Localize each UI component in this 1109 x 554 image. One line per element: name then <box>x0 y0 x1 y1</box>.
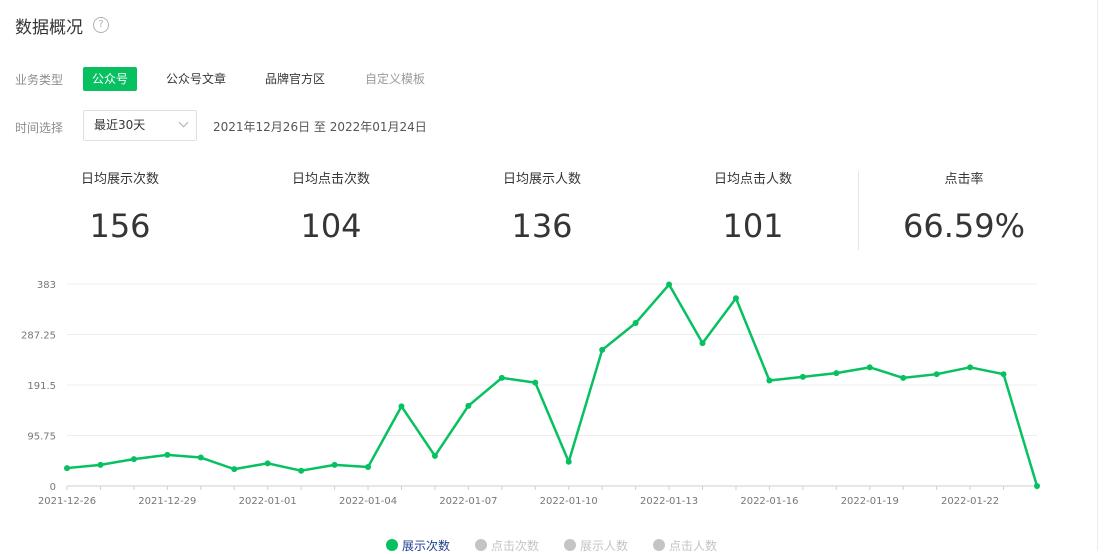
data-point <box>431 452 438 459</box>
data-point <box>666 281 673 288</box>
data-point <box>498 374 505 381</box>
y-tick-label: 383 <box>37 280 56 291</box>
x-tick-label: 2022-01-07 <box>439 496 497 507</box>
data-point <box>298 467 305 474</box>
data-point <box>130 456 137 463</box>
data-point <box>599 346 606 353</box>
legend-dot-icon <box>653 539 665 551</box>
legend-item[interactable]: 点击次数 <box>475 537 539 554</box>
data-point <box>833 370 840 377</box>
x-tick-label: 2021-12-29 <box>138 496 196 507</box>
data-point <box>1034 483 1040 489</box>
x-tick-label: 2022-01-13 <box>640 496 698 507</box>
x-tick-label: 2022-01-16 <box>740 496 798 507</box>
data-point <box>799 373 806 380</box>
data-point <box>465 402 472 409</box>
trend-line-chart: 0 95.75 191.5 287.25 383 2021-12-26 2021-12-29… <box>21 280 1040 507</box>
data-point <box>967 364 974 371</box>
data-point <box>398 403 405 410</box>
data-point <box>766 377 773 384</box>
data-point <box>900 374 907 381</box>
data-point <box>632 320 639 327</box>
data-point <box>1000 371 1007 378</box>
legend-dot-icon <box>386 539 398 551</box>
data-point <box>231 466 238 473</box>
data-point <box>933 371 940 378</box>
x-tick-label: 2022-01-22 <box>941 496 999 507</box>
legend-dot-icon <box>475 539 487 551</box>
data-point <box>64 465 70 472</box>
y-tick-label: 287.25 <box>21 331 56 342</box>
data-point <box>699 340 706 347</box>
data-point <box>565 458 572 465</box>
data-point <box>197 454 204 461</box>
x-tick-label: 2022-01-01 <box>239 496 297 507</box>
x-tick-label: 2021-12-26 <box>38 496 96 507</box>
data-point <box>365 464 372 471</box>
legend-item[interactable]: 点击人数 <box>653 537 717 554</box>
data-point <box>732 295 739 302</box>
legend-label: 展示次数 <box>402 539 451 553</box>
legend-item[interactable]: 展示人数 <box>564 537 628 554</box>
y-tick-label: 191.5 <box>27 381 56 392</box>
data-point <box>331 461 338 468</box>
data-point <box>532 379 539 386</box>
data-point <box>97 461 104 468</box>
legend-label: 点击人数 <box>669 539 718 553</box>
x-tick-label: 2022-01-10 <box>540 496 598 507</box>
data-point <box>264 460 271 467</box>
y-tick-label: 0 <box>50 482 56 493</box>
x-tick-label: 2022-01-04 <box>339 496 397 507</box>
legend-dot-icon <box>564 539 576 551</box>
legend-item[interactable]: 展示次数 <box>386 537 450 554</box>
data-point <box>164 451 171 458</box>
legend-label: 点击次数 <box>491 539 540 553</box>
x-tick-label: 2022-01-19 <box>841 496 899 507</box>
data-point <box>866 364 873 371</box>
y-tick-label: 95.75 <box>27 432 56 443</box>
legend-label: 展示人数 <box>580 539 629 553</box>
